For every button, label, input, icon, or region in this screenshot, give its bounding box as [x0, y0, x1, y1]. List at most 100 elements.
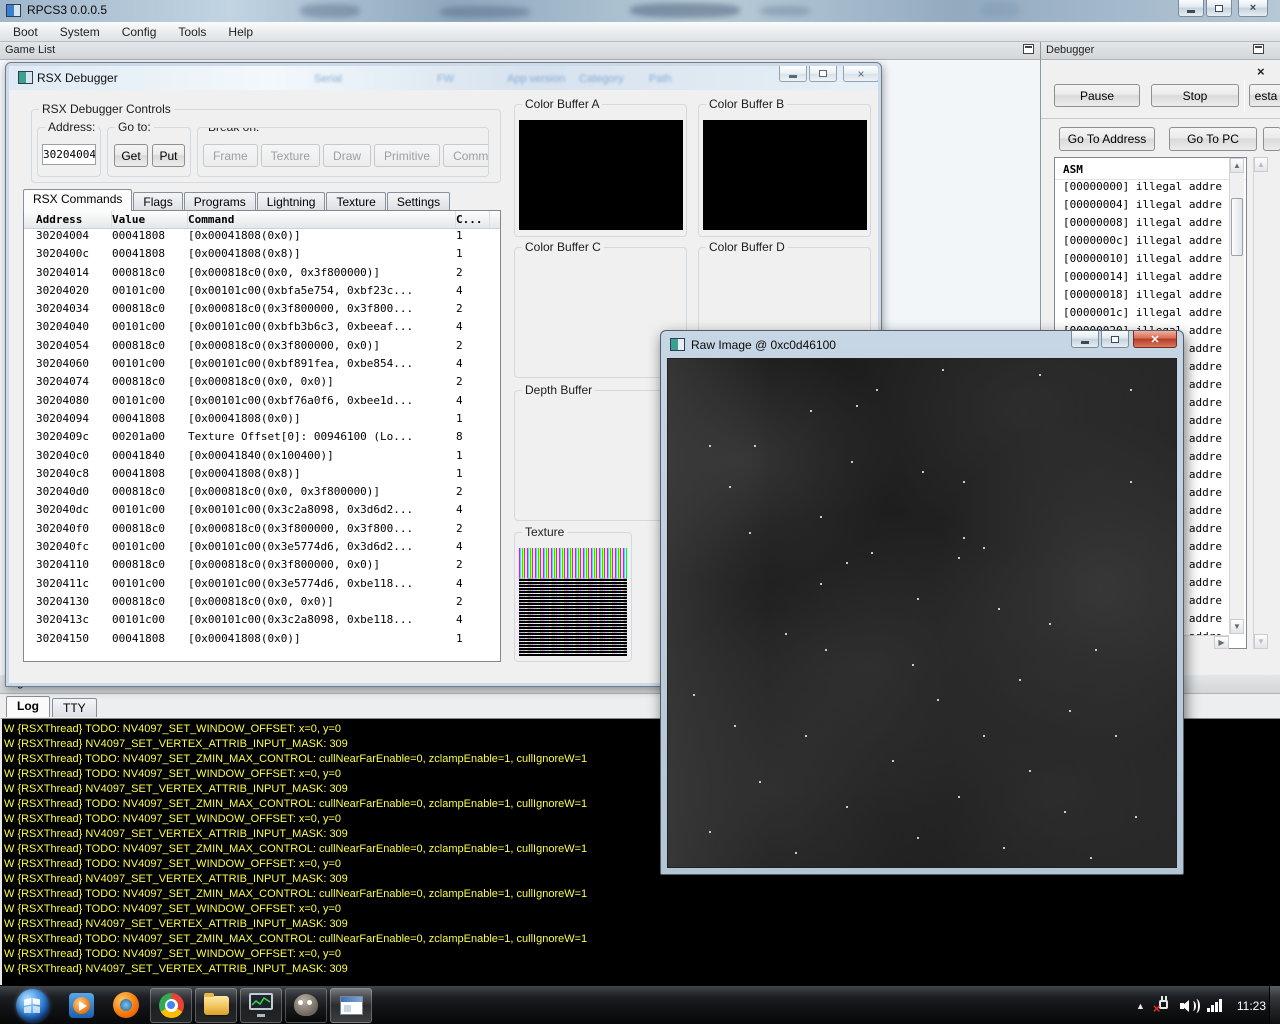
break-texture-button[interactable]: Texture: [261, 144, 320, 167]
scroll-up-icon[interactable]: ▲: [1254, 157, 1268, 172]
menu-help[interactable]: Help: [217, 23, 264, 41]
menu-boot[interactable]: Boot: [2, 23, 49, 41]
command-row[interactable]: 302040dc00101c00[0x00101c00(0x3c2a8098, …: [24, 503, 500, 521]
maximize-icon[interactable]: [1101, 331, 1129, 348]
star-dot: [749, 532, 751, 534]
put-button[interactable]: Put: [152, 144, 185, 167]
command-row[interactable]: 3020408000101c00[0x00101c00(0xbf76a0f6, …: [24, 394, 500, 412]
command-row[interactable]: 3020409400041808[0x00041808(0x0)]1: [24, 412, 500, 430]
command-row[interactable]: 302040d0000818c0[0x000818c0(0x0, 0x3f800…: [24, 485, 500, 503]
tab-programs[interactable]: Programs: [184, 192, 256, 211]
restore-button[interactable]: [1206, 0, 1232, 17]
close-button[interactable]: ×: [1238, 0, 1268, 17]
taskbar-firefox-icon[interactable]: [105, 988, 147, 1023]
tab-texture[interactable]: Texture: [326, 192, 385, 211]
minimize-button[interactable]: [1178, 0, 1204, 17]
command-row[interactable]: 3020411c00101c00[0x00101c00(0x3e5774d6, …: [24, 577, 500, 595]
power-plug-icon[interactable]: ×: [1154, 998, 1171, 1014]
volume-icon[interactable]: [1180, 999, 1198, 1013]
command-row[interactable]: 302040f0000818c0[0x000818c0(0x3f800000, …: [24, 522, 500, 540]
get-button[interactable]: Get: [114, 144, 148, 167]
hidden-icons-arrow[interactable]: ▲: [1136, 1001, 1145, 1011]
panel-scrollbar[interactable]: ▲ ▼: [1253, 157, 1268, 649]
command-row[interactable]: 302040c800041808[0x00041808(0x8)]1: [24, 467, 500, 485]
scroll-up-icon[interactable]: ▲: [1230, 158, 1244, 173]
nav-button-clipped[interactable]: [1263, 127, 1280, 151]
float-panel-icon[interactable]: [1023, 44, 1034, 54]
show-desktop-button[interactable]: [1269, 986, 1280, 1024]
command-row[interactable]: 302040fc00101c00[0x00101c00(0x3e5774d6, …: [24, 540, 500, 558]
command-row[interactable]: 3020406000101c00[0x00101c00(0xbf891fea, …: [24, 357, 500, 375]
taskbar-chrome-icon[interactable]: [150, 988, 192, 1023]
command-row[interactable]: 3020415000041808[0x00041808(0x0)]1: [24, 632, 500, 650]
star-dot: [998, 608, 1000, 610]
close-icon[interactable]: ✕: [1133, 331, 1177, 348]
asm-row[interactable]: [00000010] illegal addre: [1055, 252, 1246, 270]
maximize-icon[interactable]: [809, 66, 837, 82]
close-icon[interactable]: ×: [843, 66, 878, 82]
start-button[interactable]: [16, 989, 49, 1022]
scroll-down-icon[interactable]: ▼: [1254, 634, 1268, 649]
restart-button-clipped[interactable]: esta: [1249, 84, 1280, 107]
command-row[interactable]: 3020402000101c00[0x00101c00(0xbfa5e754, …: [24, 284, 500, 302]
tab-lightning[interactable]: Lightning: [257, 192, 326, 211]
asm-row[interactable]: [00000018] illegal addre: [1055, 288, 1246, 306]
command-row[interactable]: 3020409c00201a00Texture Offset[0]: 00946…: [24, 430, 500, 448]
pause-button[interactable]: Pause: [1054, 84, 1140, 107]
asm-row[interactable]: [00000000] illegal addre: [1055, 180, 1246, 198]
command-row[interactable]: 30204034000818c0[0x000818c0(0x3f800000, …: [24, 302, 500, 320]
command-row[interactable]: 3020404000101c00[0x00101c00(0xbfb3b6c3, …: [24, 320, 500, 338]
buffer-label: Color Buffer C: [522, 240, 604, 254]
network-icon[interactable]: [1207, 999, 1222, 1012]
taskbar-explorer-icon[interactable]: [195, 988, 237, 1023]
rsx-window-titlebar[interactable]: RSX Debugger SerialFWApp versionCategory…: [9, 66, 878, 90]
tab-settings[interactable]: Settings: [387, 192, 450, 211]
log-tab-log[interactable]: Log: [6, 696, 50, 717]
command-row[interactable]: 30204014000818c0[0x000818c0(0x0, 0x3f800…: [24, 266, 500, 284]
star-dot: [846, 806, 848, 808]
taskbar-performance-monitor-icon[interactable]: [240, 988, 282, 1023]
float-panel-icon[interactable]: [1253, 44, 1264, 54]
taskbar-media-player-icon[interactable]: [60, 988, 102, 1023]
tab-flags[interactable]: Flags: [133, 192, 182, 211]
panel-close-icon[interactable]: ×: [1257, 64, 1265, 79]
asm-row[interactable]: [00000014] illegal addre: [1055, 270, 1246, 288]
asm-row[interactable]: [0000001c] illegal addre: [1055, 306, 1246, 324]
rsx-commands-table[interactable]: Address Value Command C... 3020400400041…: [23, 210, 501, 662]
menu-system[interactable]: System: [49, 23, 111, 41]
clock[interactable]: 11:23: [1231, 999, 1266, 1013]
command-row[interactable]: 30204074000818c0[0x000818c0(0x0, 0x0)]2: [24, 375, 500, 393]
menu-config[interactable]: Config: [111, 23, 168, 41]
main-window-titlebar[interactable]: RPCS3 0.0.0.5 ×: [0, 0, 1280, 22]
asm-row[interactable]: [00000004] illegal addre: [1055, 198, 1246, 216]
command-row[interactable]: 3020413c00101c00[0x00101c00(0x3c2a8098, …: [24, 613, 500, 631]
command-row[interactable]: 30204110000818c0[0x000818c0(0x3f800000, …: [24, 558, 500, 576]
taskbar-gimp-icon[interactable]: [285, 988, 327, 1023]
break-command-button[interactable]: Command: [443, 144, 489, 167]
command-row[interactable]: 30204054000818c0[0x000818c0(0x3f800000, …: [24, 339, 500, 357]
address-input[interactable]: [42, 144, 96, 165]
command-row[interactable]: 3020400c00041808[0x00041808(0x8)]1: [24, 247, 500, 265]
go-to-pc-button[interactable]: Go To PC: [1169, 127, 1257, 151]
taskbar-rpcs3-icon[interactable]: [330, 988, 372, 1023]
scroll-right-icon[interactable]: ▶: [1214, 636, 1229, 649]
break-primitive-button[interactable]: Primitive: [374, 144, 440, 167]
asm-row[interactable]: [0000000c] illegal addre: [1055, 234, 1246, 252]
scroll-down-icon[interactable]: ▼: [1230, 619, 1244, 634]
menu-tools[interactable]: Tools: [167, 23, 217, 41]
stop-button[interactable]: Stop: [1151, 84, 1239, 107]
minimize-icon[interactable]: [1071, 331, 1099, 348]
raw-image-window[interactable]: Raw Image @ 0xc0d46100 ✕: [660, 330, 1184, 875]
asm-vertical-scrollbar[interactable]: ▲ ▼: [1229, 158, 1244, 634]
command-row[interactable]: 30204130000818c0[0x000818c0(0x0, 0x0)]2: [24, 595, 500, 613]
go-to-address-button[interactable]: Go To Address: [1059, 127, 1155, 151]
break-frame-button[interactable]: Frame: [203, 144, 258, 167]
minimize-icon[interactable]: [779, 66, 807, 82]
break-draw-button[interactable]: Draw: [323, 144, 371, 167]
command-row[interactable]: 3020400400041808[0x00041808(0x0)]1: [24, 229, 500, 247]
scrollbar-thumb[interactable]: [1231, 198, 1243, 256]
log-tab-tty[interactable]: TTY: [52, 698, 97, 717]
command-row[interactable]: 302040c000041840[0x00041840(0x100400)]1: [24, 449, 500, 467]
asm-row[interactable]: [00000008] illegal addre: [1055, 216, 1246, 234]
tab-rsx-commands[interactable]: RSX Commands: [23, 189, 132, 211]
